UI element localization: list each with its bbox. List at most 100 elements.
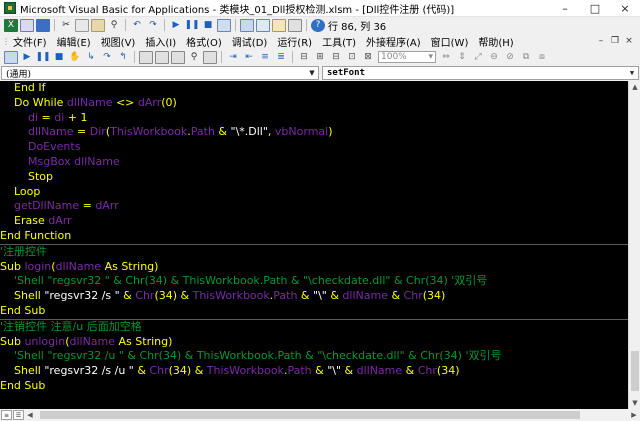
code-line[interactable]: MsgBox dllName <box>0 155 628 170</box>
step-over-icon[interactable]: ↷ <box>100 51 114 64</box>
center-horizontal-icon[interactable]: ⊖ <box>487 51 501 64</box>
help-icon[interactable]: ? <box>311 18 325 32</box>
mdi-close-button[interactable]: × <box>622 34 636 47</box>
scroll-right-icon[interactable]: ▶ <box>628 409 640 421</box>
redo-icon[interactable]: ↷ <box>146 19 160 32</box>
align-center-icon[interactable]: ⊞ <box>313 51 327 64</box>
ungroup-icon[interactable]: ⊠ <box>361 51 375 64</box>
menu-edit[interactable]: 编辑(E) <box>52 34 96 49</box>
code-line[interactable]: Erase dArr <box>0 214 628 229</box>
list-properties-icon[interactable] <box>4 50 18 64</box>
uncomment-block-icon[interactable]: ≣ <box>274 51 288 64</box>
mdi-minimize-button[interactable]: – <box>594 34 608 47</box>
save-icon[interactable] <box>36 18 50 32</box>
break-icon[interactable]: ❚❚ <box>184 19 199 32</box>
pause-icon[interactable]: ❚❚ <box>35 51 50 64</box>
cut-icon[interactable]: ✂ <box>59 19 73 32</box>
chevron-down-icon[interactable]: ▼ <box>627 68 637 78</box>
code-line[interactable]: Do While dllName <> dArr(0) <box>0 96 628 111</box>
quick-watch-icon[interactable]: ⚲ <box>187 51 201 64</box>
step-out-icon[interactable]: ↰ <box>116 51 130 64</box>
stop-icon[interactable]: ■ <box>52 51 66 64</box>
menu-debug[interactable]: 调试(D) <box>227 34 273 49</box>
close-button[interactable]: × <box>610 0 640 17</box>
chevron-down-icon[interactable]: ▼ <box>307 68 317 78</box>
indent-icon[interactable]: ⇥ <box>226 51 240 64</box>
horizontal-scrollbar[interactable] <box>36 409 628 421</box>
menu-run[interactable]: 运行(R) <box>272 34 317 49</box>
design-mode-icon[interactable] <box>217 18 231 32</box>
scroll-down-icon[interactable]: ▼ <box>629 397 640 409</box>
copy-icon[interactable] <box>75 18 89 32</box>
procedure-view-icon[interactable]: ≡ <box>1 410 12 420</box>
code-line[interactable]: 'Shell "regsvr32 " & Chr(34) & ThisWorkb… <box>0 274 628 289</box>
step-into-icon[interactable]: ↳ <box>84 51 98 64</box>
vertical-scroll-thumb[interactable] <box>631 351 639 391</box>
toggle-breakpoint-icon[interactable]: ✋ <box>68 51 82 64</box>
properties-window-icon[interactable] <box>256 18 270 32</box>
menu-view[interactable]: 视图(V) <box>96 34 141 49</box>
call-stack-icon[interactable] <box>203 50 217 64</box>
code-line[interactable]: Sub unlogin(dllName As String) <box>0 335 628 350</box>
run-icon[interactable]: ▶ <box>169 19 183 32</box>
menu-help[interactable]: 帮助(H) <box>473 34 518 49</box>
code-line[interactable]: 'Shell "regsvr32 /u " & Chr(34) & ThisWo… <box>0 349 628 364</box>
code-line[interactable]: Loop <box>0 185 628 200</box>
full-module-view-icon[interactable]: ☰ <box>13 410 24 420</box>
code-line[interactable]: Shell "regsvr32 /s /u " & Chr(34) & This… <box>0 364 628 379</box>
paste-icon[interactable] <box>91 18 105 32</box>
same-size-icon[interactable]: ⤢ <box>471 51 485 64</box>
code-line[interactable]: Sub login(dllName As String) <box>0 260 628 275</box>
code-line[interactable]: End If <box>0 81 628 96</box>
code-line[interactable]: End Function <box>0 229 628 244</box>
object-dropdown[interactable]: (通用) ▼ <box>1 66 319 80</box>
code-line[interactable]: '注册控件 <box>0 245 628 260</box>
horizontal-scroll-thumb[interactable] <box>40 411 580 419</box>
vertical-scrollbar[interactable]: ▲ ▼ <box>628 81 640 409</box>
same-height-icon[interactable]: ⇕ <box>455 51 469 64</box>
code-line[interactable]: Stop <box>0 170 628 185</box>
group-icon[interactable]: ⊡ <box>345 51 359 64</box>
scroll-left-icon[interactable]: ◀ <box>24 409 36 421</box>
code-line[interactable]: '注销控件 注意/u 后面加空格 <box>0 320 628 335</box>
mdi-restore-button[interactable]: ❐ <box>608 34 622 47</box>
zoom-combo[interactable]: 100% ▾ <box>378 51 436 63</box>
code-line[interactable]: End Sub <box>0 379 628 394</box>
align-left-icon[interactable]: ⊟ <box>297 51 311 64</box>
minimize-button[interactable]: – <box>550 0 580 17</box>
code-line[interactable]: getDllName = dArr <box>0 199 628 214</box>
code-line[interactable]: Shell "regsvr32 /s " & Chr(34) & ThisWor… <box>0 289 628 304</box>
comment-block-icon[interactable]: ≡ <box>258 51 272 64</box>
reset-icon[interactable]: ■ <box>201 19 215 32</box>
insert-userform-icon[interactable] <box>20 18 34 32</box>
align-right-icon[interactable]: ⊟ <box>329 51 343 64</box>
menu-window[interactable]: 窗口(W) <box>426 34 474 49</box>
procedure-dropdown[interactable]: setFont ▼ <box>322 66 639 80</box>
immediate-window-icon[interactable] <box>155 50 169 64</box>
code-line[interactable]: di = di + 1 <box>0 111 628 126</box>
find-icon[interactable]: ⚲ <box>107 19 121 32</box>
code-line[interactable]: dllName = Dir(ThisWorkbook.Path & "\*.Dl… <box>0 125 628 140</box>
locals-window-icon[interactable] <box>139 50 153 64</box>
view-excel-icon[interactable]: X <box>4 18 18 32</box>
menu-addins[interactable]: 外接程序(A) <box>361 34 426 49</box>
menu-file[interactable]: 文件(F) <box>10 34 52 49</box>
code-line[interactable]: DoEvents <box>0 140 628 155</box>
outdent-icon[interactable]: ⇤ <box>242 51 256 64</box>
maximize-button[interactable]: □ <box>580 0 610 17</box>
menu-tools[interactable]: 工具(T) <box>317 34 361 49</box>
send-back-icon[interactable]: ⧈ <box>535 51 549 64</box>
undo-icon[interactable]: ↶ <box>130 19 144 32</box>
code-editor[interactable]: End If Do While dllName <> dArr(0) di = … <box>0 81 628 409</box>
toolbox-icon[interactable] <box>288 18 302 32</box>
project-explorer-icon[interactable] <box>240 18 254 32</box>
watch-window-icon[interactable] <box>171 50 185 64</box>
object-browser-icon[interactable] <box>272 18 286 32</box>
bring-front-icon[interactable]: ⧉ <box>519 51 533 64</box>
menu-insert[interactable]: 插入(I) <box>140 34 181 49</box>
center-vertical-icon[interactable]: ⊘ <box>503 51 517 64</box>
code-line[interactable]: End Sub <box>0 304 628 319</box>
menu-format[interactable]: 格式(O) <box>181 34 227 49</box>
scroll-up-icon[interactable]: ▲ <box>629 81 640 93</box>
step-run-icon[interactable]: ▶ <box>20 51 34 64</box>
